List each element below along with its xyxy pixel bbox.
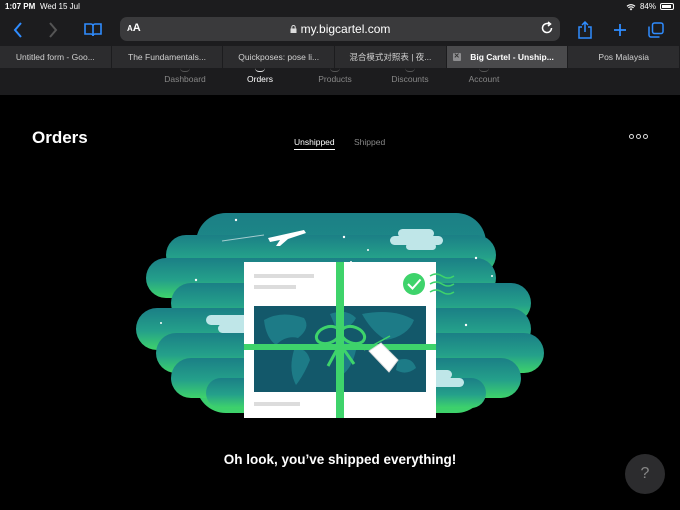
status-bar: 1:07 PM Wed 15 Jul 84% [0, 0, 680, 14]
address-bar[interactable]: AA my.bigcartel.com [120, 17, 560, 41]
browser-tab-label: Quickposes: pose li... [238, 52, 320, 62]
browser-tab-label: Untitled form - Goo... [15, 52, 95, 62]
battery-icon [660, 3, 674, 10]
close-tab-icon[interactable]: ✕ [452, 53, 461, 61]
url-text: my.bigcartel.com [300, 22, 391, 36]
browser-toolbar: AA my.bigcartel.com [0, 14, 680, 46]
shipped-illustration [136, 213, 544, 418]
app-navigation: Dashboard Orders Products Discounts Acco… [0, 68, 680, 95]
bookmarks-button[interactable] [82, 19, 104, 41]
chevron-right-icon [49, 22, 58, 38]
tab-unshipped[interactable]: Unshipped [294, 137, 335, 150]
forward-button[interactable] [42, 19, 64, 41]
browser-tab-active[interactable]: ✕ Big Cartel - Unship... [446, 46, 569, 68]
more-dot-icon [636, 134, 641, 139]
lock-icon [290, 25, 297, 33]
plus-icon [614, 24, 626, 36]
browser-tab[interactable]: Quickposes: pose li... [223, 46, 336, 68]
nav-account[interactable]: Account [449, 71, 519, 84]
chevron-left-icon [13, 22, 22, 38]
nav-dashboard[interactable]: Dashboard [150, 71, 220, 84]
battery-percent: 84% [639, 2, 656, 11]
tab-strip: Untitled form - Goo... The Fundamentals.… [0, 46, 680, 68]
browser-tab-label: The Fundamentals... [128, 52, 206, 62]
check-icon [403, 273, 425, 295]
more-dot-icon [629, 134, 634, 139]
browser-tab-label: 混合模式对照表 | 夜... [349, 52, 432, 62]
nav-discounts[interactable]: Discounts [375, 71, 445, 84]
nav-orders[interactable]: Orders [225, 71, 295, 84]
empty-state-message: Oh look, you’ve shipped everything! [223, 452, 457, 467]
book-icon [84, 23, 102, 37]
more-options-button[interactable] [629, 134, 648, 139]
browser-tab-label: Big Cartel - Unship... [470, 52, 554, 62]
browser-tab-label: Pos Malaysia [598, 52, 649, 62]
tabs-overview-button[interactable] [645, 19, 667, 41]
share-icon [578, 21, 592, 39]
tabs-icon [648, 22, 664, 38]
back-button[interactable] [7, 19, 29, 41]
help-button[interactable]: ? [625, 454, 665, 494]
url-display[interactable]: my.bigcartel.com [120, 22, 560, 36]
share-button[interactable] [574, 19, 596, 41]
nav-products[interactable]: Products [300, 71, 370, 84]
status-time: 1:07 PM [5, 2, 36, 11]
browser-tab[interactable]: Untitled form - Goo... [0, 46, 112, 68]
reload-icon[interactable] [540, 21, 554, 35]
page-title: Orders [32, 128, 88, 147]
browser-tab[interactable]: Pos Malaysia [568, 46, 680, 68]
browser-tab[interactable]: 混合模式对照表 | 夜... [335, 46, 447, 68]
more-dot-icon [643, 134, 648, 139]
browser-tab[interactable]: The Fundamentals... [112, 46, 224, 68]
status-right: 84% [626, 2, 674, 11]
tab-shipped[interactable]: Shipped [354, 137, 385, 147]
wifi-icon [626, 3, 636, 10]
new-tab-button[interactable] [609, 19, 631, 41]
status-date: Wed 15 Jul [40, 2, 80, 11]
